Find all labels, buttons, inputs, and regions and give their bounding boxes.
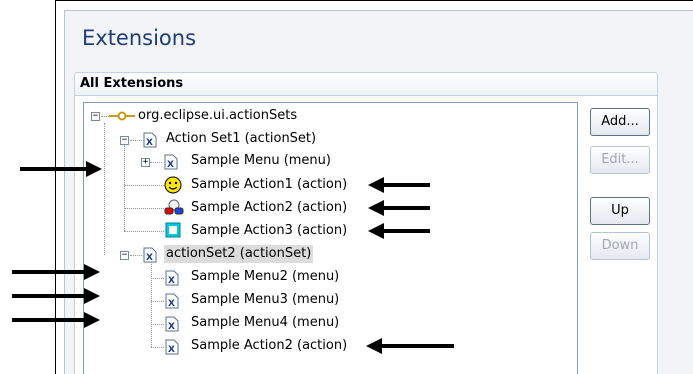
svg-text:X: X: [168, 299, 175, 309]
down-button[interactable]: Down: [590, 232, 650, 260]
tree-line: [151, 347, 164, 348]
tree-item-sample-menu3[interactable]: Sample Menu3 (menu): [189, 291, 341, 309]
annotation-arrow-right-icon: [12, 288, 100, 304]
xml-element-icon: X: [164, 154, 178, 170]
collapse-toggle[interactable]: −: [120, 136, 129, 145]
section-title[interactable]: All Extensions: [80, 76, 183, 91]
tree-item-sample-menu2[interactable]: Sample Menu2 (menu): [189, 268, 341, 286]
svg-text:X: X: [168, 276, 175, 286]
xml-element-icon: X: [165, 316, 179, 332]
annotation-arrow-left-icon: [366, 338, 454, 354]
tree-line: [124, 231, 164, 232]
tree-item-sample-action2-b[interactable]: Sample Action2 (action): [189, 337, 349, 355]
tree-line: [150, 162, 162, 163]
tree-item-sample-action1[interactable]: Sample Action1 (action): [189, 176, 349, 194]
tree-item-sample-menu4[interactable]: Sample Menu4 (menu): [189, 314, 341, 332]
tree-line: [124, 208, 164, 209]
collapse-toggle[interactable]: −: [91, 112, 100, 121]
page-title: Extensions: [82, 26, 197, 50]
xml-element-icon: X: [143, 132, 157, 148]
extension-point-icon: [109, 111, 135, 121]
tree-line: [130, 140, 142, 141]
tree-item-root[interactable]: org.eclipse.ui.actionSets: [136, 107, 299, 125]
tree-line: [151, 301, 164, 302]
svg-text:X: X: [168, 322, 175, 332]
tree-line: [151, 261, 152, 347]
annotation-arrow-right-icon: [20, 161, 102, 177]
svg-text:X: X: [167, 160, 174, 170]
glasses-icon: [164, 199, 184, 215]
xml-element-icon: X: [165, 293, 179, 309]
tree-line: [124, 145, 125, 231]
tree-item-sample-action3[interactable]: Sample Action3 (action): [189, 222, 349, 240]
svg-text:X: X: [146, 138, 153, 148]
xml-element-icon: X: [165, 339, 179, 355]
xml-element-icon: X: [143, 247, 157, 263]
up-button[interactable]: Up: [590, 197, 650, 225]
edit-button[interactable]: Edit...: [590, 146, 650, 174]
cyan-square-icon: [165, 222, 181, 238]
annotation-arrow-left-icon: [368, 200, 430, 216]
collapse-toggle[interactable]: −: [120, 251, 129, 260]
xml-element-icon: X: [165, 270, 179, 286]
tree-line: [130, 255, 142, 256]
tree-line: [104, 123, 105, 255]
tree-item-action-set1[interactable]: Action Set1 (actionSet): [164, 130, 318, 148]
expand-toggle[interactable]: +: [141, 158, 150, 167]
tree-line: [151, 324, 164, 325]
annotation-arrow-right-icon: [12, 264, 100, 280]
tree-item-sample-action2[interactable]: Sample Action2 (action): [189, 199, 349, 217]
annotation-arrow-left-icon: [368, 223, 430, 239]
tree-line: [151, 278, 164, 279]
svg-text:X: X: [168, 345, 175, 355]
tree-item-action-set2[interactable]: actionSet2 (actionSet): [164, 245, 314, 263]
annotation-arrow-left-icon: [368, 177, 430, 193]
tree-line: [124, 185, 164, 186]
annotation-arrow-right-icon: [12, 312, 100, 328]
tree-item-sample-menu[interactable]: Sample Menu (menu): [189, 152, 333, 170]
add-button[interactable]: Add...: [590, 108, 650, 136]
smiley-icon: [164, 176, 182, 194]
svg-text:X: X: [146, 253, 153, 263]
